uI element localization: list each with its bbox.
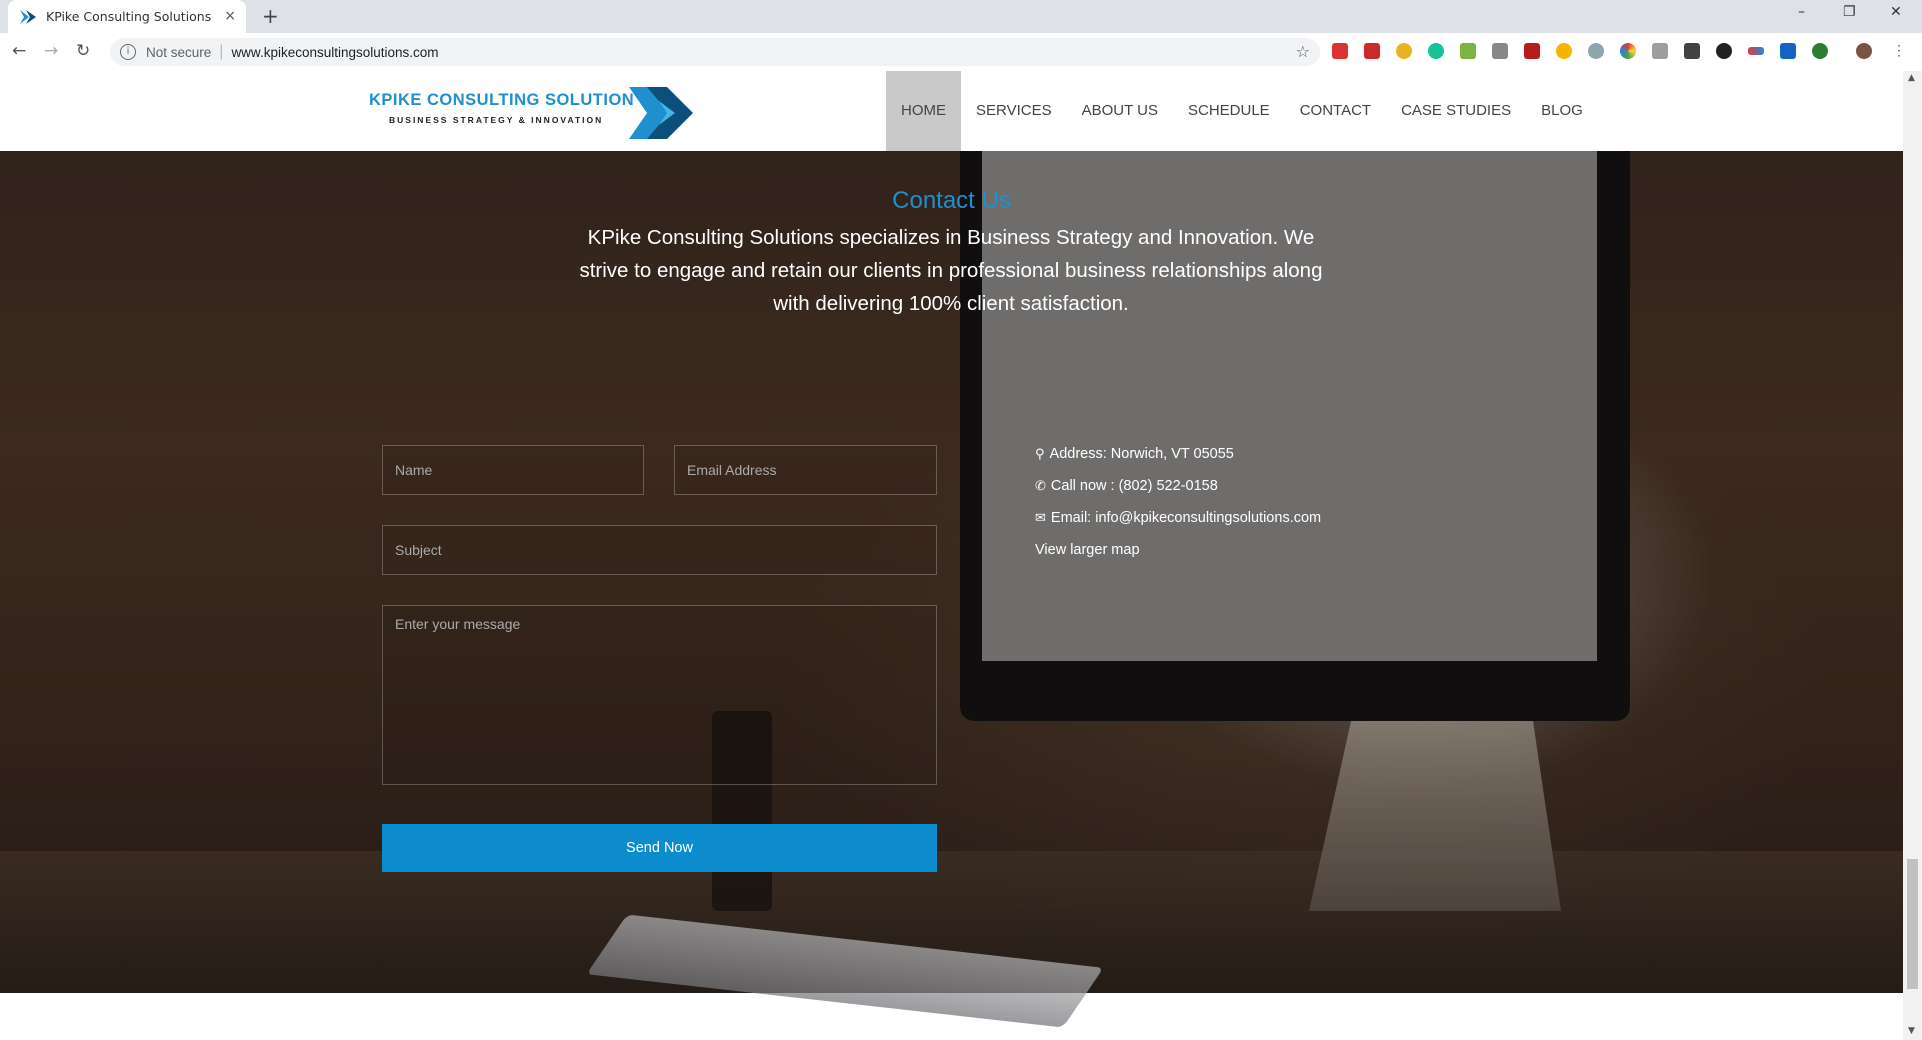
email-line: ✉ Email: info@kpikeconsultingsolutions.c…: [1035, 510, 1321, 526]
logo-arrows-icon: [629, 87, 693, 139]
nav-schedule[interactable]: SCHEDULE: [1173, 71, 1285, 151]
nav-services[interactable]: SERVICES: [961, 71, 1067, 151]
nav-case-studies[interactable]: CASE STUDIES: [1386, 71, 1526, 151]
window-close-icon[interactable]: ✕: [1890, 4, 1902, 20]
new-tab-button[interactable]: +: [262, 4, 279, 28]
extension-honey-icon[interactable]: [1396, 43, 1412, 59]
nav-about-us[interactable]: ABOUT US: [1067, 71, 1173, 151]
profile-avatar[interactable]: [1856, 43, 1872, 59]
forward-icon[interactable]: →: [44, 41, 58, 61]
phone-line: ✆ Call now : (802) 522-0158: [1035, 478, 1218, 494]
main-nav: HOME SERVICES ABOUT US SCHEDULE CONTACT …: [886, 71, 1598, 151]
extension-grammarly-icon[interactable]: [1428, 43, 1444, 59]
extension-leaf-icon[interactable]: [1812, 43, 1828, 59]
url-text[interactable]: www.kpikeconsultingsolutions.com: [231, 45, 438, 60]
restore-icon[interactable]: ❐: [1843, 4, 1856, 20]
logo-title: KPIKE CONSULTING SOLUTION: [369, 91, 635, 109]
email-input[interactable]: Email Address: [674, 445, 937, 495]
message-textarea[interactable]: Enter your message: [382, 605, 937, 785]
extension-chart-icon[interactable]: [1524, 43, 1540, 59]
address-separator: |: [219, 43, 224, 60]
extension-adblock-icon[interactable]: [1332, 43, 1348, 59]
browser-menu-icon[interactable]: ⋮: [1892, 42, 1906, 58]
browser-tab-bar: KPike Consulting Solutions × + – ❐ ✕: [0, 0, 1922, 33]
extension-glasses-icon[interactable]: [1716, 43, 1732, 59]
extension-dark-icon[interactable]: [1684, 43, 1700, 59]
page-scrollbar[interactable]: ▲ ▼: [1903, 71, 1922, 1040]
extension-mail-icon[interactable]: [1460, 43, 1476, 59]
extension-page-icon[interactable]: [1492, 43, 1508, 59]
name-input[interactable]: Name: [382, 445, 644, 495]
site-favicon-icon: [20, 9, 36, 25]
info-icon[interactable]: i: [120, 44, 136, 60]
phone-icon: ✆: [1035, 478, 1046, 494]
extension-eye-icon[interactable]: [1588, 43, 1604, 59]
scroll-up-icon[interactable]: ▲: [1908, 73, 1915, 83]
map-marker-icon: ⚲: [1035, 446, 1045, 462]
view-map-link[interactable]: View larger map: [1035, 542, 1140, 558]
address-text: Address: Norwich, VT 05055: [1049, 446, 1234, 462]
web-page: KPIKE CONSULTING SOLUTION BUSINESS STRAT…: [0, 71, 1903, 1040]
site-logo[interactable]: KPIKE CONSULTING SOLUTION BUSINESS STRAT…: [369, 87, 694, 139]
back-icon[interactable]: ←: [12, 41, 26, 61]
send-now-button[interactable]: Send Now: [382, 824, 937, 872]
browser-tab[interactable]: KPike Consulting Solutions ×: [8, 0, 246, 33]
nav-home[interactable]: HOME: [886, 71, 961, 151]
scroll-down-icon[interactable]: ▼: [1908, 1026, 1915, 1036]
subject-input[interactable]: Subject: [382, 525, 937, 575]
bookmark-star-icon[interactable]: ☆: [1296, 42, 1310, 61]
address-bar[interactable]: i Not secure | www.kpikeconsultingsoluti…: [110, 38, 1320, 66]
nav-contact[interactable]: CONTACT: [1285, 71, 1386, 151]
site-header: KPIKE CONSULTING SOLUTION BUSINESS STRAT…: [0, 71, 1903, 151]
extension-grid-icon[interactable]: [1780, 43, 1796, 59]
phone-text: Call now : (802) 522-0158: [1050, 478, 1218, 494]
contact-heading: Contact Us: [892, 187, 1011, 214]
nav-blog[interactable]: BLOG: [1526, 71, 1598, 151]
extension-bulb-icon[interactable]: [1556, 43, 1572, 59]
minimize-icon[interactable]: –: [1798, 4, 1805, 20]
extension-color-icon[interactable]: [1620, 43, 1636, 59]
tab-title: KPike Consulting Solutions: [46, 9, 212, 24]
address-line: ⚲ Address: Norwich, VT 05055: [1035, 446, 1234, 462]
extension-arc-icon[interactable]: [1748, 47, 1764, 55]
logo-subtitle: BUSINESS STRATEGY & INNOVATION: [389, 115, 604, 125]
tab-close-icon[interactable]: ×: [224, 8, 236, 24]
envelope-icon: ✉: [1035, 510, 1046, 526]
email-text[interactable]: Email: info@kpikeconsultingsolutions.com: [1051, 510, 1321, 526]
contact-intro: KPike Consulting Solutions specializes i…: [579, 226, 1323, 315]
scrollbar-thumb[interactable]: [1907, 859, 1918, 989]
extension-red-icon[interactable]: [1364, 43, 1380, 59]
reload-icon[interactable]: ↻: [76, 41, 90, 61]
not-secure-label: Not secure: [146, 44, 212, 60]
extension-gray-icon[interactable]: [1652, 43, 1668, 59]
